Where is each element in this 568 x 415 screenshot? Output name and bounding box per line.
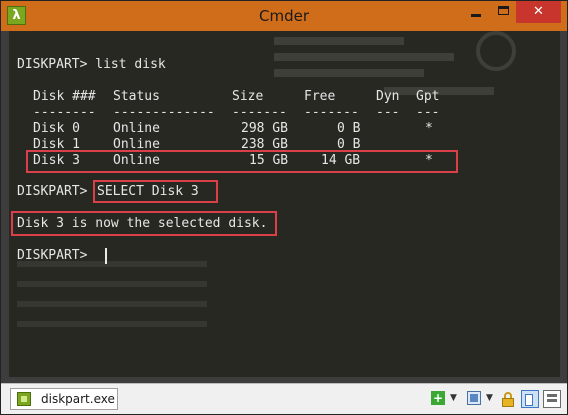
close-icon: ✕ bbox=[533, 4, 544, 19]
console-tab-icon bbox=[17, 392, 31, 406]
highlight-disk3-row bbox=[26, 150, 458, 173]
prompt: DISKPART> bbox=[17, 57, 88, 72]
text-cursor bbox=[105, 248, 107, 264]
highlight-select-command bbox=[93, 180, 218, 203]
maximize-button[interactable] bbox=[490, 1, 516, 23]
minimize-button[interactable] bbox=[462, 1, 490, 23]
console-tab[interactable]: diskpart.exe bbox=[10, 388, 118, 410]
close-button[interactable]: ✕ bbox=[516, 1, 561, 23]
command-line-2: DISKPART> SELECT Disk 3 bbox=[17, 183, 199, 201]
tab-label: diskpart.exe bbox=[41, 392, 115, 406]
single-pane-layout-icon[interactable] bbox=[521, 390, 539, 408]
command-line-1: DISKPART> list disk bbox=[17, 56, 166, 74]
chevron-down-icon[interactable]: ▼ bbox=[450, 393, 457, 413]
command-text: list disk bbox=[95, 57, 166, 72]
panes-icon[interactable] bbox=[467, 391, 481, 405]
gpt-cell: * bbox=[425, 121, 433, 136]
prompt: DISKPART> bbox=[17, 248, 88, 263]
maximize-icon bbox=[498, 6, 509, 15]
chevron-down-icon[interactable]: ▼ bbox=[486, 393, 493, 413]
title-bar[interactable]: λ Cmder ✕ bbox=[1, 1, 567, 31]
prompt: DISKPART> bbox=[17, 184, 88, 199]
list-layout-icon[interactable] bbox=[543, 390, 561, 408]
minimize-icon bbox=[471, 14, 481, 17]
plus-icon[interactable]: + bbox=[431, 391, 445, 405]
cmder-window: λ Cmder ✕ DISKPART> list disk Disk ### S… bbox=[0, 0, 568, 415]
highlight-response bbox=[11, 211, 277, 236]
console-area[interactable]: DISKPART> list disk Disk ### Status Size Fr… bbox=[9, 31, 560, 377]
lock-icon[interactable] bbox=[502, 392, 514, 407]
command-line-3[interactable]: DISKPART> bbox=[17, 247, 87, 265]
status-bar: diskpart.exe + ▼ ▼ bbox=[1, 383, 567, 414]
